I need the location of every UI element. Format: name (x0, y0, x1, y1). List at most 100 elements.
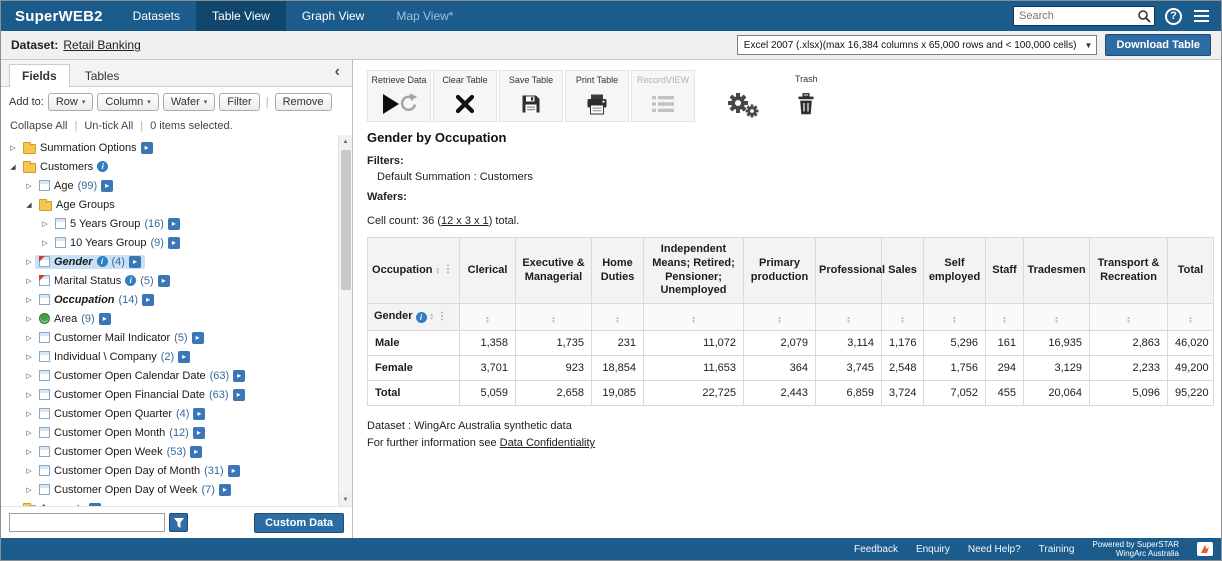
collapse-toggle-icon[interactable]: ◢ (23, 201, 35, 209)
footer-link-feedback[interactable]: Feedback (854, 544, 898, 555)
column-sort-cell[interactable]: ▲▼ (592, 304, 644, 331)
retrieve-data-button[interactable]: Retrieve Data (367, 70, 431, 122)
tree-item-customer-open-financial-date[interactable]: ▷Customer Open Financial Date(63)▸ (3, 385, 334, 404)
add-field-arrow-icon[interactable]: ▸ (233, 370, 245, 382)
column-header-total[interactable]: Total (1168, 238, 1214, 304)
column-header-professional[interactable]: Professional (816, 238, 882, 304)
tree-item-customer-open-quarter[interactable]: ▷Customer Open Quarter(4)▸ (3, 404, 334, 423)
column-header-sales[interactable]: Sales (882, 238, 924, 304)
settings-button[interactable] (719, 70, 765, 122)
column-sort-cell[interactable]: ▲▼ (882, 304, 924, 331)
help-icon[interactable]: ? (1165, 8, 1182, 25)
search-input[interactable] (1014, 10, 1134, 22)
add-field-arrow-icon[interactable]: ▸ (178, 351, 190, 363)
add-field-arrow-icon[interactable]: ▸ (168, 237, 180, 249)
sort-icon[interactable]: ▲▼ (691, 316, 695, 324)
expand-toggle-icon[interactable]: ▷ (39, 220, 51, 228)
clear-table-button[interactable]: Clear Table (433, 70, 497, 122)
data-confidentiality-link[interactable]: Data Confidentiality (500, 437, 595, 449)
trash-button[interactable]: Trash (789, 70, 824, 122)
tree-item-accounts[interactable]: ▷Accounts▸ (3, 499, 334, 506)
add-to-row-button[interactable]: Row ▾ (48, 93, 94, 111)
nav-graph-view[interactable]: Graph View (286, 1, 380, 31)
field-search-input[interactable] (9, 513, 165, 532)
filter-button[interactable]: Filter (219, 93, 259, 111)
sort-icon[interactable]: ▲▼ (1188, 316, 1192, 324)
info-icon[interactable]: i (97, 256, 108, 267)
sort-icon[interactable]: ▲▼ (1126, 316, 1130, 324)
tree-item-marital-status[interactable]: ▷Marital Statusi(5)▸ (3, 271, 334, 290)
add-field-arrow-icon[interactable]: ▸ (99, 313, 111, 325)
tree-item-customer-mail-indicator[interactable]: ▷Customer Mail Indicator(5)▸ (3, 328, 334, 347)
column-sort-cell[interactable]: ▲▼ (816, 304, 882, 331)
column-sort-cell[interactable]: ▲▼ (1090, 304, 1168, 331)
tree-item-10-years-group[interactable]: ▷10 Years Group(9)▸ (3, 233, 334, 252)
add-field-arrow-icon[interactable]: ▸ (190, 446, 202, 458)
sort-icon[interactable]: ▲▼ (1054, 316, 1058, 324)
column-header-primary-production[interactable]: Primary production (744, 238, 816, 304)
add-field-arrow-icon[interactable]: ▸ (219, 484, 231, 496)
expand-toggle-icon[interactable]: ▷ (23, 486, 35, 494)
scrollbar-thumb[interactable] (341, 150, 351, 290)
add-to-column-button[interactable]: Column ▾ (97, 93, 158, 111)
kebab-menu-icon[interactable]: ⋮ (437, 311, 447, 324)
tab-tables[interactable]: Tables (72, 64, 133, 86)
add-field-arrow-icon[interactable]: ▸ (158, 275, 170, 287)
nav-map-view[interactable]: Map View* (380, 1, 469, 31)
untick-all-link[interactable]: Un-tick All (84, 120, 133, 132)
expand-toggle-icon[interactable]: ▷ (23, 410, 35, 418)
expand-toggle-icon[interactable]: ▷ (23, 448, 35, 456)
dataset-name-link[interactable]: Retail Banking (63, 38, 140, 52)
collapse-toggle-icon[interactable]: ◢ (7, 163, 19, 171)
sort-icon[interactable]: ▲▼ (846, 316, 850, 324)
nav-table-view[interactable]: Table View (196, 1, 286, 31)
tree-item-gender[interactable]: ▷Genderi(4)▸ (3, 252, 334, 271)
add-to-wafer-button[interactable]: Wafer ▾ (163, 93, 215, 111)
expand-toggle-icon[interactable]: ▷ (23, 353, 35, 361)
sort-icon[interactable]: ▲▼ (551, 316, 555, 324)
column-sort-cell[interactable]: ▲▼ (1024, 304, 1090, 331)
expand-toggle-icon[interactable]: ▷ (23, 182, 35, 190)
column-header-home-duties[interactable]: Home Duties (592, 238, 644, 304)
tree-item-customers[interactable]: ◢Customersi (3, 157, 334, 176)
expand-toggle-icon[interactable]: ▷ (23, 277, 35, 285)
collapse-all-link[interactable]: Collapse All (10, 120, 67, 132)
column-header-independent-means-retired-pensioner-unemployed[interactable]: Independent Means; Retired; Pensioner; U… (644, 238, 744, 304)
sort-icon[interactable]: ▲▼ (952, 316, 956, 324)
sort-icon[interactable]: ▲▼ (430, 313, 434, 321)
expand-toggle-icon[interactable]: ▷ (39, 239, 51, 247)
add-field-arrow-icon[interactable]: ▸ (192, 332, 204, 344)
tree-item-customer-open-week[interactable]: ▷Customer Open Week(53)▸ (3, 442, 334, 461)
tree-item-customer-open-calendar-date[interactable]: ▷Customer Open Calendar Date(63)▸ (3, 366, 334, 385)
column-header-tradesmen[interactable]: Tradesmen (1024, 238, 1090, 304)
column-sort-cell[interactable]: ▲▼ (744, 304, 816, 331)
scroll-up-icon[interactable]: ▲ (339, 135, 352, 148)
add-field-arrow-icon[interactable]: ▸ (233, 389, 245, 401)
tree-item-occupation[interactable]: ▷Occupation(14)▸ (3, 290, 334, 309)
tree-item-individual-company[interactable]: ▷Individual \ Company(2)▸ (3, 347, 334, 366)
column-header-transport-recreation[interactable]: Transport & Recreation (1090, 238, 1168, 304)
expand-toggle-icon[interactable]: ▷ (23, 429, 35, 437)
row-dimension-header[interactable]: Genderi▲▼⋮ (368, 304, 460, 331)
expand-toggle-icon[interactable]: ▷ (23, 391, 35, 399)
add-field-arrow-icon[interactable]: ▸ (168, 218, 180, 230)
expand-toggle-icon[interactable]: ▷ (23, 296, 35, 304)
info-icon[interactable]: i (125, 275, 136, 286)
footer-link-training[interactable]: Training (1039, 544, 1075, 555)
print-table-button[interactable]: Print Table (565, 70, 629, 122)
add-field-arrow-icon[interactable]: ▸ (228, 465, 240, 477)
add-field-arrow-icon[interactable]: ▸ (142, 294, 154, 306)
collapse-panel-icon[interactable]: ‹ (335, 64, 340, 80)
tree-item-age-groups[interactable]: ◢Age Groups (3, 195, 334, 214)
expand-toggle-icon[interactable]: ▷ (23, 258, 35, 266)
expand-toggle-icon[interactable]: ▷ (23, 467, 35, 475)
add-field-arrow-icon[interactable]: ▸ (89, 503, 101, 507)
add-field-arrow-icon[interactable]: ▸ (193, 408, 205, 420)
expand-toggle-icon[interactable]: ▷ (23, 315, 35, 323)
download-table-button[interactable]: Download Table (1105, 34, 1211, 56)
column-sort-cell[interactable]: ▲▼ (516, 304, 592, 331)
add-field-arrow-icon[interactable]: ▸ (193, 427, 205, 439)
search-options-button[interactable] (169, 513, 188, 532)
sort-icon[interactable]: ▲▼ (777, 316, 781, 324)
add-field-arrow-icon[interactable]: ▸ (129, 256, 141, 268)
